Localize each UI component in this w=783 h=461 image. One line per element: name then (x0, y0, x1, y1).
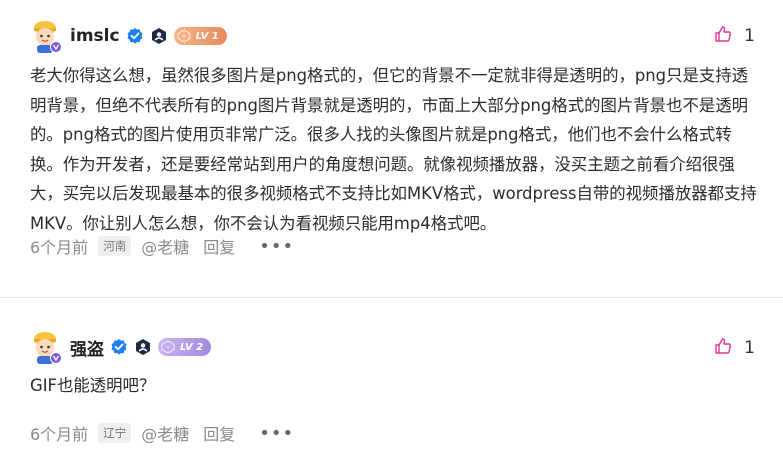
reply-button[interactable]: 回复 (203, 421, 235, 445)
comment-header: 强盗 LV 2 (30, 329, 212, 365)
comment-item: 强盗 LV 2 1 GIF也能透明吧？ 6个月前 辽宁 @老糖 回复 ••• (0, 0, 783, 461)
verified-icon (110, 338, 128, 356)
comment-text: GIF也能透明吧？ (30, 376, 156, 395)
role-badge-icon (134, 338, 152, 356)
mention-link[interactable]: @老糖 (141, 421, 189, 445)
username[interactable]: 强盗 (70, 335, 104, 360)
level-badge: LV 2 (158, 338, 212, 356)
thumbs-up-icon (714, 337, 732, 359)
like-button[interactable]: 1 (714, 337, 755, 359)
level-label: LV 2 (180, 341, 204, 353)
comment-time: 6个月前 (30, 425, 89, 444)
avatar-badge-icon (50, 352, 62, 364)
more-icon[interactable]: ••• (259, 423, 294, 444)
level-gem-icon (161, 340, 175, 354)
comment-meta: 6个月前 辽宁 @老糖 回复 ••• (30, 421, 294, 445)
like-count: 1 (744, 338, 755, 358)
region-tag: 辽宁 (98, 423, 132, 443)
avatar[interactable] (30, 330, 62, 364)
